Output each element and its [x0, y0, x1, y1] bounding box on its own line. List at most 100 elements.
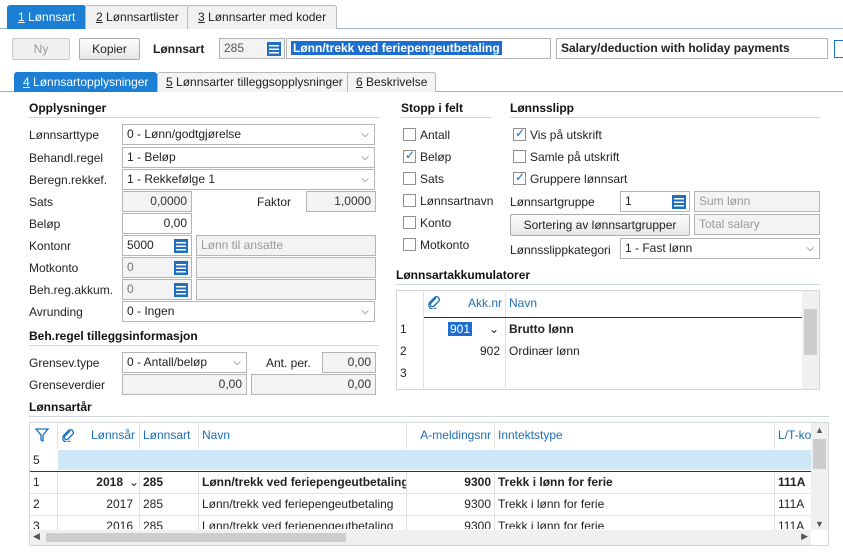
faktor-field[interactable]: 1,0000 — [306, 191, 376, 212]
lonnsar-cell[interactable]: 2017 — [78, 493, 136, 515]
scrollbar-thumb[interactable] — [813, 439, 826, 469]
lonnsar-header[interactable]: Lønnsår — [78, 423, 138, 447]
scroll-up-icon[interactable]: ▲ — [815, 425, 824, 435]
table-row[interactable]: 2 902 Ordinær lønn — [397, 340, 819, 362]
beregn-rekkef-select[interactable]: 1 - Rekkefølge 1 ⌵ — [122, 169, 375, 190]
motkonto-field[interactable]: 0 — [122, 257, 192, 278]
attachment-icon[interactable] — [427, 295, 441, 309]
avrunding-label: Avrunding — [29, 305, 83, 319]
lt-kode-header[interactable]: L/T-kode — [775, 423, 811, 447]
scrollbar-thumb[interactable] — [46, 533, 346, 542]
sortering-button[interactable]: Sortering av lønnsartgrupper — [510, 214, 690, 236]
detail-tab-strip: 4 Lønnsartopplysninger 5 Lønnsarter till… — [0, 72, 843, 92]
grenseverdi-1-field[interactable]: 0,00 — [122, 374, 247, 395]
scroll-right-icon[interactable]: ▶ — [801, 531, 808, 542]
lonnsarttype-select[interactable]: 0 - Lønn/godtgjørelse ⌵ — [122, 124, 375, 145]
new-button[interactable]: Ny — [12, 38, 70, 60]
gruppere-lonnsart-checkbox[interactable]: ✓ — [513, 170, 526, 185]
tab-lonnsartopplysninger[interactable]: 4 Lønnsartopplysninger — [14, 72, 158, 92]
scroll-down-icon[interactable]: ▼ — [815, 519, 824, 529]
grenseverdier-label: Grenseverdier — [29, 378, 106, 392]
lonnsartar-title: Lønnsartår — [29, 400, 92, 414]
lonnsar-cell[interactable]: 2016 — [78, 515, 136, 529]
select-value: 0 - Antall/beløp — [127, 355, 208, 369]
lookup-list-icon[interactable] — [266, 41, 282, 57]
chevron-down-icon: ⌄ — [488, 322, 499, 336]
attachment-icon[interactable] — [61, 428, 75, 442]
lonnsslippkategori-label: Lønnsslippkategori — [510, 243, 611, 257]
table-row[interactable]: 3 — [397, 362, 819, 384]
lookup-list-icon[interactable] — [173, 260, 189, 276]
chevron-down-icon[interactable]: ⌄ — [126, 471, 138, 493]
select-value: 0 - Ingen — [127, 304, 175, 318]
tab-lonnsarter-med-koder[interactable]: 3 Lønnsarter med koder — [187, 5, 338, 29]
lt-kode-cell: 111A — [778, 497, 805, 511]
section-divider — [396, 284, 820, 285]
lonnsart-number: 285 — [224, 41, 245, 55]
akk-navn-header[interactable]: Navn — [506, 291, 540, 315]
grenseverdi-2-field[interactable]: 0,00 — [251, 374, 376, 395]
table-row[interactable]: 1 2018 ⌄ 285 Lønn/trekk ved feriepengeut… — [30, 471, 828, 493]
check-icon: ✓ — [515, 126, 526, 140]
beh-reg-akkum-field[interactable]: 0 — [122, 279, 192, 300]
akkumulatorer-scrollbar[interactable] — [802, 291, 819, 389]
tab-lonnsartlister[interactable]: 2 Lønnsartlister — [85, 5, 190, 29]
scroll-left-icon[interactable]: ◀ — [33, 531, 40, 542]
stopp-belop-checkbox[interactable]: ✓ — [403, 148, 416, 163]
stopp-konto-label: Konto — [420, 216, 452, 230]
samle-pa-utskrift-checkbox[interactable] — [513, 150, 526, 163]
beregn-rekkef-label: Beregn.rekkef. — [29, 173, 108, 187]
behandl-regel-select[interactable]: 1 - Beløp ⌵ — [122, 147, 375, 168]
akk-nr-cell[interactable]: 901 ⌄ — [445, 318, 503, 340]
akk-nr-header[interactable]: Akk.nr — [441, 291, 505, 315]
stopp-lonnsartnavn-checkbox[interactable] — [403, 194, 416, 207]
lookup-list-icon[interactable] — [671, 194, 687, 210]
lonnsart-name-field[interactable]: Lønn/trekk ved feriepengeutbetaling — [286, 38, 551, 59]
stopp-konto-checkbox[interactable] — [403, 216, 416, 229]
row-number: 3 — [33, 519, 40, 529]
tab-tilleggsopplysninger[interactable]: 5 Lønnsarter tilleggsopplysninger — [157, 72, 352, 92]
lonnsslippkategori-select[interactable]: 1 - Fast lønn ⌵ — [620, 238, 820, 259]
lonnsartar-vertical-scrollbar[interactable]: ▲ ▼ — [811, 423, 828, 530]
lonnsart-english-field[interactable]: Salary/deduction with holiday payments — [556, 38, 828, 59]
a-meldingsnr-header[interactable]: A-meldingsnr — [407, 423, 494, 447]
avrunding-select[interactable]: 0 - Ingen ⌵ — [122, 301, 375, 322]
grensev-type-select[interactable]: 0 - Antall/beløp ⌵ — [122, 352, 247, 373]
lonnsart-cell: 285 — [143, 497, 164, 511]
stopp-motkonto-checkbox[interactable] — [403, 238, 416, 251]
lonnsart-header[interactable]: Lønnsart — [140, 423, 193, 447]
scrollbar-thumb[interactable] — [804, 309, 817, 355]
tab-beskrivelse[interactable]: 6 Beskrivelse — [347, 72, 437, 92]
row-number: 1 — [33, 475, 40, 489]
new-row[interactable]: 5 — [30, 449, 828, 471]
lonnsar-cell[interactable]: 2018 — [78, 471, 126, 493]
stopp-antall-checkbox[interactable] — [403, 128, 416, 141]
vis-pa-utskrift-checkbox[interactable]: ✓ — [513, 126, 526, 141]
inntektstype-header[interactable]: Inntektstype — [495, 423, 566, 447]
beh-reg-akkum-label: Beh.reg.akkum. — [29, 283, 114, 297]
akk-nr-cell[interactable]: 902 — [441, 340, 503, 362]
ant-per-field[interactable]: 0,00 — [322, 352, 376, 373]
lonnsart-number-field[interactable]: 285 — [219, 38, 285, 59]
table-row[interactable]: 3 2016 285 Lønn/trekk ved feriepengeutbe… — [30, 515, 828, 529]
navn-header[interactable]: Navn — [199, 423, 233, 447]
lonnsartar-horizontal-scrollbar[interactable]: ◀ ▶ — [30, 530, 811, 545]
stopp-i-felt-title: Stopp i felt — [401, 101, 463, 115]
select-value: 1 - Rekkefølge 1 — [127, 172, 216, 186]
lookup-list-icon[interactable] — [173, 238, 189, 254]
sats-field[interactable]: 0,0000 — [122, 191, 192, 212]
navn-cell: Lønn/trekk ved feriepengeutbetaling — [202, 519, 394, 529]
table-row[interactable]: 2 2017 285 Lønn/trekk ved feriepengeutbe… — [30, 493, 828, 515]
kontonr-label: Kontonr — [29, 239, 72, 253]
lonnsartgruppe-field[interactable]: 1 — [620, 191, 690, 212]
filter-icon[interactable] — [35, 428, 49, 442]
belop-field[interactable]: 0,00 — [122, 213, 192, 234]
section-divider — [29, 117, 379, 118]
lookup-list-icon[interactable] — [173, 282, 189, 298]
tab-lonnsart[interactable]: 1 Lønnsart — [7, 5, 87, 29]
stopp-sats-checkbox[interactable] — [403, 172, 416, 185]
kontonr-value: 5000 — [127, 238, 154, 252]
table-row[interactable]: 1 901 ⌄ Brutto lønn — [397, 318, 819, 340]
copy-button[interactable]: Kopier — [79, 38, 140, 60]
kontonr-field[interactable]: 5000 — [122, 235, 192, 256]
